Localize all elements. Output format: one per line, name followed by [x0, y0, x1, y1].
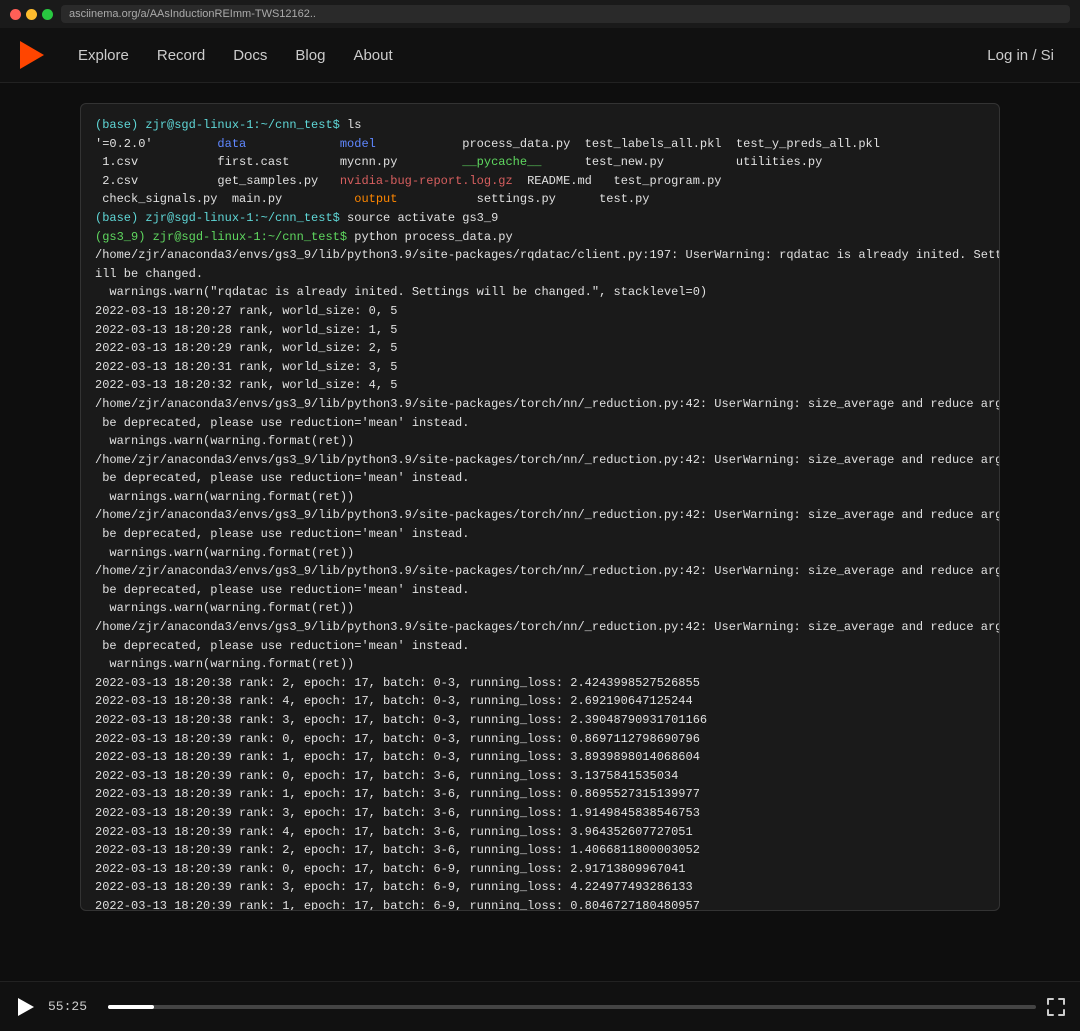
close-dot[interactable]	[10, 9, 21, 20]
term-line-29: be deprecated, please use reduction='mea…	[95, 637, 985, 656]
term-line-31: 2022-03-13 18:20:38 rank: 2, epoch: 17, …	[95, 674, 985, 693]
url-bar[interactable]: asciinema.org/a/AAsInductionREImm-TWS121…	[61, 5, 1070, 23]
navbar: Explore Record Docs Blog About Log in / …	[0, 28, 1080, 83]
term-line-13: 2022-03-13 18:20:29 rank, world_size: 2,…	[95, 339, 985, 358]
term-line-21: warnings.warn(warning.format(ret))	[95, 488, 985, 507]
term-line-10: warnings.warn("rqdatac is already inited…	[95, 283, 985, 302]
term-line-2: '=0.2.0' data model process_data.py test…	[95, 135, 985, 154]
term-line-38: 2022-03-13 18:20:39 rank: 3, epoch: 17, …	[95, 804, 985, 823]
nav-blog[interactable]: Blog	[285, 41, 335, 70]
time-display: 55:25	[48, 999, 98, 1014]
term-line-24: warnings.warn(warning.format(ret))	[95, 544, 985, 563]
term-line-28: /home/zjr/anaconda3/envs/gs3_9/lib/pytho…	[95, 618, 985, 637]
browser-bar: asciinema.org/a/AAsInductionREImm-TWS121…	[0, 0, 1080, 28]
term-line-30: warnings.warn(warning.format(ret))	[95, 655, 985, 674]
term-line-5: check_signals.py main.py output settings…	[95, 190, 985, 209]
term-line-32: 2022-03-13 18:20:38 rank: 4, epoch: 17, …	[95, 692, 985, 711]
term-line-19: /home/zjr/anaconda3/envs/gs3_9/lib/pytho…	[95, 451, 985, 470]
term-line-18: warnings.warn(warning.format(ret))	[95, 432, 985, 451]
term-line-25: /home/zjr/anaconda3/envs/gs3_9/lib/pytho…	[95, 562, 985, 581]
term-line-17: be deprecated, please use reduction='mea…	[95, 414, 985, 433]
term-line-34: 2022-03-13 18:20:39 rank: 0, epoch: 17, …	[95, 730, 985, 749]
nav-explore[interactable]: Explore	[68, 41, 139, 70]
term-line-37: 2022-03-13 18:20:39 rank: 1, epoch: 17, …	[95, 785, 985, 804]
maximize-dot[interactable]	[42, 9, 53, 20]
terminal: (base) zjr@sgd-linux-1:~/cnn_test$ ls '=…	[80, 103, 1000, 911]
term-line-20: be deprecated, please use reduction='mea…	[95, 469, 985, 488]
term-line-26: be deprecated, please use reduction='mea…	[95, 581, 985, 600]
term-line-42: 2022-03-13 18:20:39 rank: 3, epoch: 17, …	[95, 878, 985, 897]
term-line-15: 2022-03-13 18:20:32 rank, world_size: 4,…	[95, 376, 985, 395]
term-line-12: 2022-03-13 18:20:28 rank, world_size: 1,…	[95, 321, 985, 340]
term-line-39: 2022-03-13 18:20:39 rank: 4, epoch: 17, …	[95, 823, 985, 842]
progress-bar[interactable]	[108, 1005, 1036, 1009]
term-line-14: 2022-03-13 18:20:31 rank, world_size: 3,…	[95, 358, 985, 377]
term-line-1: (base) zjr@sgd-linux-1:~/cnn_test$ ls	[95, 116, 985, 135]
video-bar: 55:25	[0, 981, 1080, 1031]
term-line-33: 2022-03-13 18:20:38 rank: 3, epoch: 17, …	[95, 711, 985, 730]
term-line-35: 2022-03-13 18:20:39 rank: 1, epoch: 17, …	[95, 748, 985, 767]
term-line-40: 2022-03-13 18:20:39 rank: 2, epoch: 17, …	[95, 841, 985, 860]
term-line-16: /home/zjr/anaconda3/envs/gs3_9/lib/pytho…	[95, 395, 985, 414]
main-content: (base) zjr@sgd-linux-1:~/cnn_test$ ls '=…	[0, 83, 1080, 981]
nav-links: Explore Record Docs Blog About	[68, 41, 403, 70]
fullscreen-button[interactable]	[1046, 997, 1066, 1017]
nav-docs[interactable]: Docs	[223, 41, 277, 70]
term-line-3: 1.csv first.cast mycnn.py __pycache__ te…	[95, 153, 985, 172]
term-line-11: 2022-03-13 18:20:27 rank, world_size: 0,…	[95, 302, 985, 321]
term-line-41: 2022-03-13 18:20:39 rank: 0, epoch: 17, …	[95, 860, 985, 879]
progress-fill	[108, 1005, 154, 1009]
browser-controls	[10, 9, 53, 20]
term-line-23: be deprecated, please use reduction='mea…	[95, 525, 985, 544]
term-line-36: 2022-03-13 18:20:39 rank: 0, epoch: 17, …	[95, 767, 985, 786]
logo[interactable]	[16, 39, 48, 71]
term-line-8: /home/zjr/anaconda3/envs/gs3_9/lib/pytho…	[95, 246, 985, 265]
term-line-27: warnings.warn(warning.format(ret))	[95, 599, 985, 618]
term-line-22: /home/zjr/anaconda3/envs/gs3_9/lib/pytho…	[95, 506, 985, 525]
term-line-9: ill be changed.	[95, 265, 985, 284]
play-button[interactable]	[14, 995, 38, 1019]
minimize-dot[interactable]	[26, 9, 37, 20]
term-line-6: (base) zjr@sgd-linux-1:~/cnn_test$ sourc…	[95, 209, 985, 228]
nav-about[interactable]: About	[343, 41, 402, 70]
login-button[interactable]: Log in / Si	[977, 41, 1064, 70]
term-line-7: (gs3_9) zjr@sgd-linux-1:~/cnn_test$ pyth…	[95, 228, 985, 247]
term-line-43: 2022-03-13 18:20:39 rank: 1, epoch: 17, …	[95, 897, 985, 911]
fullscreen-icon	[1047, 998, 1065, 1016]
logo-icon	[20, 41, 44, 69]
term-line-4: 2.csv get_samples.py nvidia-bug-report.l…	[95, 172, 985, 191]
nav-record[interactable]: Record	[147, 41, 215, 70]
play-icon	[18, 998, 34, 1016]
url-text: asciinema.org/a/AAsInductionREImm-TWS121…	[69, 8, 316, 20]
